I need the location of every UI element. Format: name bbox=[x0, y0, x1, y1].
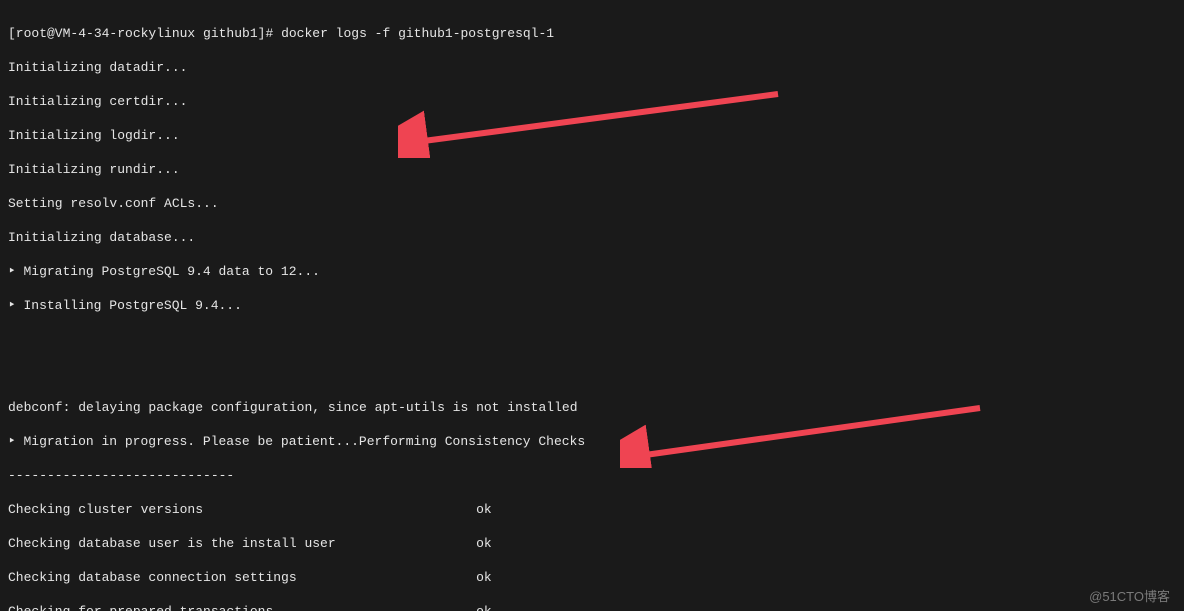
log-line: Initializing logdir... bbox=[8, 127, 1176, 144]
log-line: debconf: delaying package configuration,… bbox=[8, 399, 1176, 416]
check-line: Checking cluster versions ok bbox=[8, 501, 1176, 518]
check-label: Checking database user is the install us… bbox=[8, 536, 336, 551]
check-label: Checking cluster versions bbox=[8, 502, 203, 517]
log-line: Initializing datadir... bbox=[8, 59, 1176, 76]
log-line: ----------------------------- bbox=[8, 467, 1176, 484]
check-label: Checking for prepared transactions bbox=[8, 604, 273, 611]
check-status: ok bbox=[476, 502, 492, 517]
check-status: ok bbox=[476, 570, 492, 585]
shell-command: docker logs -f github1-postgresql-1 bbox=[281, 26, 554, 41]
log-line: ‣ Migrating PostgreSQL 9.4 data to 12... bbox=[8, 263, 1176, 280]
terminal-output: [root@VM-4-34-rockylinux github1]# docke… bbox=[0, 0, 1184, 611]
watermark: @51CTO博客 bbox=[1089, 588, 1170, 605]
log-line: ‣ Migration in progress. Please be patie… bbox=[8, 433, 1176, 450]
blank-line bbox=[8, 331, 1176, 348]
check-line: Checking for prepared transactions ok bbox=[8, 603, 1176, 611]
check-line: Checking database user is the install us… bbox=[8, 535, 1176, 552]
check-status: ok bbox=[476, 604, 492, 611]
check-line: Checking database connection settings ok bbox=[8, 569, 1176, 586]
blank-line bbox=[8, 365, 1176, 382]
check-label: Checking database connection settings bbox=[8, 570, 297, 585]
prompt-line: [root@VM-4-34-rockylinux github1]# docke… bbox=[8, 25, 1176, 42]
log-line: Initializing rundir... bbox=[8, 161, 1176, 178]
shell-prompt: [root@VM-4-34-rockylinux github1]# bbox=[8, 26, 273, 41]
log-line: ‣ Installing PostgreSQL 9.4... bbox=[8, 297, 1176, 314]
check-status: ok bbox=[476, 536, 492, 551]
log-line: Setting resolv.conf ACLs... bbox=[8, 195, 1176, 212]
log-line: Initializing certdir... bbox=[8, 93, 1176, 110]
log-line: Initializing database... bbox=[8, 229, 1176, 246]
